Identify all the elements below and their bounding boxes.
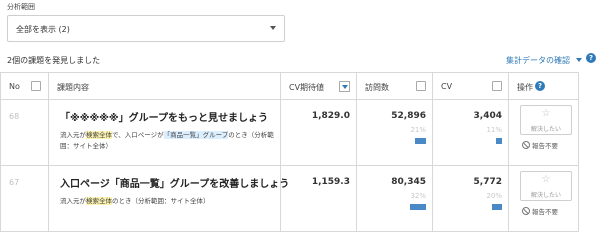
- row-visits-cell: 52,896 21%: [356, 99, 433, 166]
- row-cv-expect-cell: 1,159.3: [280, 165, 357, 232]
- header-cv-expect: CV期待値: [280, 72, 357, 100]
- row-cv-cell: 3,404 11%: [432, 99, 509, 166]
- header-cv: CV: [432, 72, 509, 100]
- no-report-label: 報告不要: [532, 142, 558, 150]
- cv-expect-value: 1,829.0: [311, 111, 350, 121]
- no-report-link[interactable]: 報告不要: [522, 140, 558, 150]
- want-to-solve-button[interactable]: ☆ 解決したい: [520, 171, 572, 201]
- no-entry-icon: [522, 141, 530, 149]
- header-no: No: [0, 72, 49, 100]
- want-to-solve-label: 解決したい: [530, 126, 561, 133]
- help-icon[interactable]: ?: [586, 53, 596, 63]
- desc-text: 流入元が: [60, 131, 86, 139]
- header-action-label: 操作: [517, 83, 533, 92]
- cv-expect-value: 1,159.3: [311, 177, 350, 187]
- row-action-cell: ☆ 解決したい 報告不要: [508, 165, 579, 232]
- cv-bar: [496, 138, 502, 144]
- table-row: 68 「※※※※※」グループをもっと見せましょう 流入元が検索全体で、入口ページ…: [0, 99, 579, 166]
- cv-checkbox[interactable]: [492, 81, 502, 91]
- cv-bar: [492, 204, 502, 210]
- star-icon: ☆: [541, 174, 551, 185]
- confirm-data-link[interactable]: 集計データの確認: [506, 55, 570, 66]
- chevron-down-icon[interactable]: [576, 58, 582, 62]
- no-report-label: 報告不要: [532, 208, 558, 216]
- page-group-tag: 「商品一覧」グループ: [163, 131, 229, 139]
- visits-checkbox[interactable]: [416, 81, 426, 91]
- visits-percent: 32%: [410, 192, 426, 200]
- issue-title[interactable]: 「※※※※※」グループをもっと見せましょう: [60, 109, 268, 124]
- source-tag: 検索全体: [86, 197, 112, 205]
- range-select-value: 全部を表示 (2): [16, 25, 70, 34]
- header-cv-label: CV: [441, 82, 453, 91]
- select-all-checkbox[interactable]: [31, 81, 41, 91]
- row-content-cell: 「※※※※※」グループをもっと見せましょう 流入元が検索全体で、入口ページが「商…: [48, 99, 281, 166]
- desc-text: 流入元が: [60, 197, 86, 205]
- source-tag: 検索全体: [86, 131, 112, 139]
- want-to-solve-label: 解決したい: [530, 192, 561, 199]
- row-no-cell: 67: [0, 165, 49, 232]
- row-no: 67: [9, 178, 20, 187]
- chevron-down-icon: [270, 26, 276, 30]
- issue-description: 流入元が検索全体で、入口ページが「商品一覧」グループのとき（分析範囲：サイト全体…: [60, 130, 275, 152]
- row-visits-cell: 80,345 32%: [356, 165, 433, 232]
- header-visits-label: 訪問数: [365, 83, 389, 92]
- desc-text: で、入口ページが: [112, 131, 164, 139]
- visits-value: 52,896: [391, 111, 426, 121]
- help-icon[interactable]: ?: [535, 81, 545, 91]
- visits-bar: [415, 138, 426, 144]
- header-content: 課題内容: [48, 72, 281, 100]
- cv-value: 5,772: [473, 177, 502, 187]
- header-no-label: No: [9, 82, 20, 91]
- issue-title[interactable]: 入口ページ「商品一覧」グループを改善しましょう: [60, 175, 289, 190]
- no-report-link[interactable]: 報告不要: [522, 206, 558, 216]
- table-header-row: No 課題内容 CV期待値 訪問数 CV 操作 ?: [0, 72, 579, 100]
- range-select[interactable]: 全部を表示 (2): [7, 15, 285, 42]
- found-count-text: 2個の課題を発見しました: [7, 56, 101, 65]
- row-no: 68: [9, 112, 20, 121]
- table-row: 67 入口ページ「商品一覧」グループを改善しましょう 流入元が検索全体のとき（分…: [0, 165, 579, 232]
- desc-text: のとき（分析範囲：サイト全体）: [112, 197, 210, 205]
- sort-icon[interactable]: [339, 81, 350, 92]
- issues-table: No 課題内容 CV期待値 訪問数 CV 操作 ? 68 「※※※※※」グループ…: [0, 72, 579, 232]
- row-no-cell: 68: [0, 99, 49, 166]
- issue-description: 流入元が検索全体のとき（分析範囲：サイト全体）: [60, 196, 275, 207]
- visits-value: 80,345: [391, 177, 426, 187]
- want-to-solve-button[interactable]: ☆ 解決したい: [520, 105, 572, 135]
- cv-percent: 20%: [486, 192, 502, 200]
- header-visits: 訪問数: [356, 72, 433, 100]
- range-label: 分析範囲: [7, 3, 35, 11]
- cv-value: 3,404: [473, 111, 502, 121]
- row-cv-cell: 5,772 20%: [432, 165, 509, 232]
- visits-percent: 21%: [410, 126, 426, 134]
- no-entry-icon: [522, 207, 530, 215]
- row-action-cell: ☆ 解決したい 報告不要: [508, 99, 579, 166]
- star-icon: ☆: [541, 108, 551, 119]
- header-action: 操作 ?: [508, 72, 579, 100]
- row-cv-expect-cell: 1,829.0: [280, 99, 357, 166]
- visits-bar: [410, 204, 426, 210]
- header-content-label: 課題内容: [57, 83, 89, 92]
- header-cv-expect-label: CV期待値: [289, 83, 325, 92]
- row-content-cell: 入口ページ「商品一覧」グループを改善しましょう 流入元が検索全体のとき（分析範囲…: [48, 165, 289, 232]
- cv-percent: 11%: [486, 126, 502, 134]
